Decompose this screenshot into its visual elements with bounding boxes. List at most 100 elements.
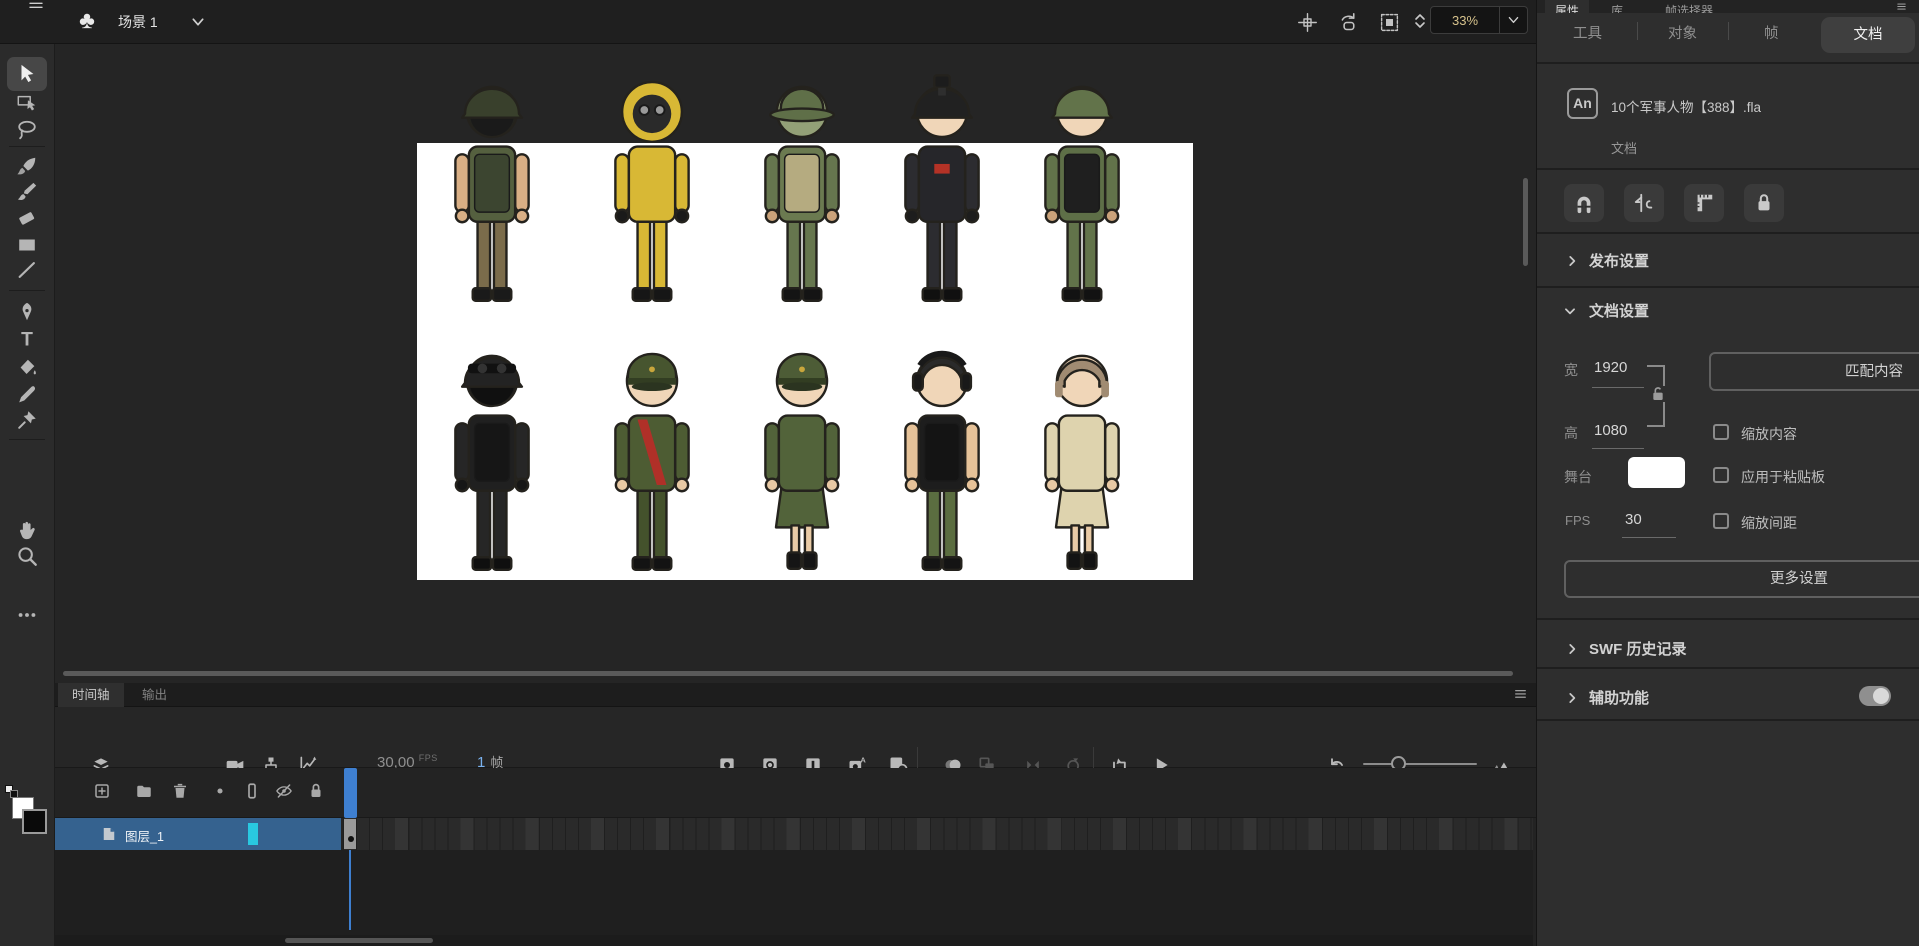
dot-icon[interactable] xyxy=(211,782,229,800)
chevron-down-icon[interactable] xyxy=(190,14,206,30)
zoom-level-input[interactable]: 33% xyxy=(1430,6,1500,34)
topbar-right-icons xyxy=(1297,6,1400,38)
eye-slash-icon[interactable] xyxy=(275,782,293,800)
tab-properties[interactable]: 属性 xyxy=(1545,0,1589,13)
character-masked-commando xyxy=(439,73,545,305)
fps-input[interactable]: 30 xyxy=(1625,511,1642,528)
chevron-down-icon[interactable] xyxy=(1563,304,1577,318)
canvas-vertical-scrollbar[interactable] xyxy=(1523,178,1528,266)
keyframe-cell[interactable] xyxy=(344,819,356,849)
unlock-ratio-icon[interactable] xyxy=(1650,386,1666,402)
accessibility-toggle[interactable] xyxy=(1859,686,1891,706)
zoom-dropdown-icon[interactable] xyxy=(1500,6,1528,34)
timeline-header-row: 510152025303540455055606570758085901s2s3… xyxy=(55,768,1536,818)
lock-icon[interactable] xyxy=(307,782,325,800)
svg-text:A: A xyxy=(860,756,866,765)
tab-library[interactable]: 库 xyxy=(1601,0,1633,13)
toolbar-divider xyxy=(9,290,45,291)
swf-history-header[interactable]: SWF 历史记录 xyxy=(1589,638,1687,659)
chevron-right-icon[interactable] xyxy=(1565,642,1579,656)
divider xyxy=(1537,62,1919,64)
camera-tool[interactable] xyxy=(7,568,47,602)
properties-panel: 属性 库 帧选择器 工具 对象 帧 文档 An 10个军事人物【388】.fla… xyxy=(1536,0,1919,946)
tools-sidebar: T xyxy=(0,44,55,683)
timeline-scrollbar-thumb[interactable] xyxy=(285,938,433,943)
timeline-panel: 时间轴 输出 30,00 FPS 1帧 A 510152025303540455… xyxy=(55,683,1536,946)
divider xyxy=(1537,232,1919,234)
clip-content-icon[interactable] xyxy=(1379,12,1400,33)
svg-text:T: T xyxy=(21,329,33,350)
character-recon-camo-soldier xyxy=(749,73,855,305)
character-army-officer-dress xyxy=(599,342,705,574)
apply-pasteboard-label: 应用于粘贴板 xyxy=(1741,467,1825,487)
scale-content-checkbox[interactable] xyxy=(1713,424,1729,440)
tab-timeline[interactable]: 时间轴 xyxy=(58,683,124,707)
divider xyxy=(1537,667,1919,669)
keyframe-dot xyxy=(348,836,354,842)
menu-icon[interactable] xyxy=(26,0,46,12)
outline-icon[interactable] xyxy=(243,782,261,800)
more-settings-button[interactable]: 更多设置 xyxy=(1564,560,1919,598)
chevron-right-icon[interactable] xyxy=(1565,254,1579,268)
animate-app-badge: An xyxy=(1567,88,1598,119)
tab-separator xyxy=(1637,22,1638,40)
tab-frame[interactable]: 帧 xyxy=(1764,22,1779,43)
publish-settings-header[interactable]: 发布设置 xyxy=(1589,250,1649,271)
stroke-color-swatch[interactable] xyxy=(22,809,47,834)
apply-pasteboard-checkbox[interactable] xyxy=(1713,467,1729,483)
color-well-area xyxy=(0,683,55,946)
more-tools[interactable] xyxy=(7,598,47,632)
add-layer-icon[interactable] xyxy=(93,782,111,800)
canvas-horizontal-scrollbar[interactable] xyxy=(63,671,1513,676)
club-icon: ♣ xyxy=(72,5,102,37)
canvas-pasteboard[interactable] xyxy=(55,44,1536,683)
tab-document[interactable]: 文档 xyxy=(1821,17,1915,53)
document-settings-header[interactable]: 文档设置 xyxy=(1589,300,1649,321)
layer-page-icon xyxy=(100,825,118,843)
document-filename: 10个军事人物【388】.fla xyxy=(1611,96,1761,116)
layer-row[interactable]: 图层_1 xyxy=(55,818,341,850)
width-input[interactable]: 1920 xyxy=(1594,359,1627,376)
lock-button[interactable] xyxy=(1744,184,1784,222)
center-stage-icon[interactable] xyxy=(1297,12,1318,33)
new-folder-icon[interactable] xyxy=(135,782,153,800)
chevron-right-icon[interactable] xyxy=(1565,691,1579,705)
divider xyxy=(1537,618,1919,620)
accessibility-header[interactable]: 辅助功能 xyxy=(1589,687,1649,708)
timeline-scrollbar-track[interactable] xyxy=(55,935,1533,946)
zoom-stepper-icon[interactable] xyxy=(1412,7,1428,35)
frames-grid[interactable] xyxy=(343,818,1533,850)
height-input[interactable]: 1080 xyxy=(1594,422,1627,439)
line-tool[interactable] xyxy=(7,253,47,287)
divider xyxy=(1537,168,1919,170)
tab-object[interactable]: 对象 xyxy=(1668,22,1697,43)
scale-content-label: 缩放内容 xyxy=(1741,424,1797,444)
delete-icon[interactable] xyxy=(171,782,189,800)
scene-breadcrumb[interactable]: 场景 1 xyxy=(118,12,158,32)
document-type-label: 文档 xyxy=(1611,138,1637,157)
match-content-button[interactable]: 匹配内容 xyxy=(1709,352,1919,391)
rotate-view-icon[interactable] xyxy=(1338,12,1359,33)
toolbar-divider xyxy=(9,439,45,440)
playhead[interactable] xyxy=(344,768,357,818)
fps-label: FPS xyxy=(1565,513,1590,528)
snap-align-button[interactable] xyxy=(1624,184,1664,222)
tab-frame-picker[interactable]: 帧选择器 xyxy=(1655,0,1723,13)
rulers-button[interactable] xyxy=(1684,184,1724,222)
lasso-tool[interactable] xyxy=(7,113,47,147)
tab-output[interactable]: 输出 xyxy=(128,683,181,707)
stage-color-swatch[interactable] xyxy=(1628,457,1685,488)
layer-name[interactable]: 图层_1 xyxy=(125,826,164,845)
tab-separator xyxy=(1728,22,1729,40)
playhead-line xyxy=(349,850,351,930)
magnet-button[interactable] xyxy=(1564,184,1604,222)
timeline-zoom-slider[interactable] xyxy=(1363,763,1477,765)
scale-spacing-checkbox[interactable] xyxy=(1713,513,1729,529)
layer-color-swatch[interactable] xyxy=(248,823,258,845)
character-female-officer-green xyxy=(749,342,855,574)
scale-spacing-label: 缩放间距 xyxy=(1741,513,1797,533)
panel-menu-icon[interactable] xyxy=(1894,2,1909,12)
asset-warp-tool[interactable] xyxy=(7,403,47,437)
tab-tools[interactable]: 工具 xyxy=(1573,22,1602,43)
timeline-panel-menu-icon[interactable] xyxy=(1513,688,1528,701)
